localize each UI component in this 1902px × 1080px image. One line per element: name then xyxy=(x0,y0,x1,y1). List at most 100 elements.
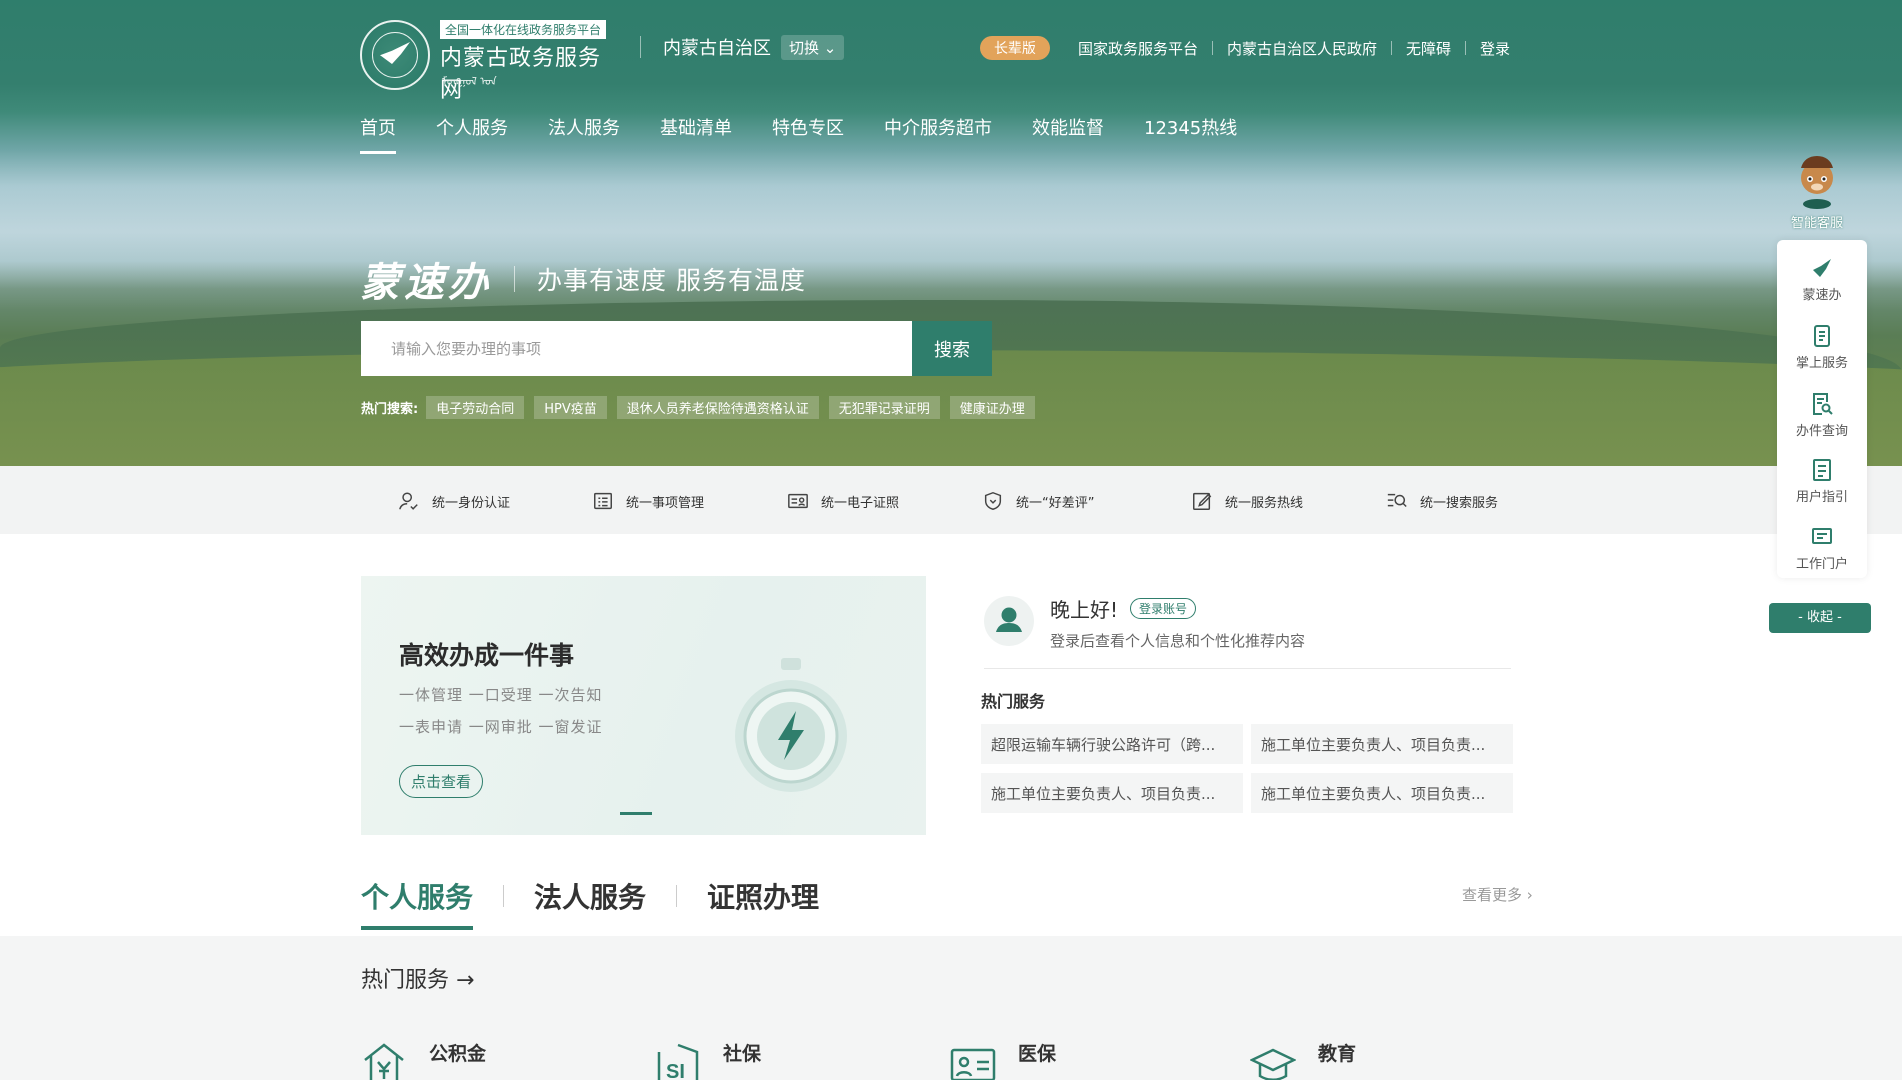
login-tip: 登录后查看个人信息和个性化推荐内容 xyxy=(1050,632,1306,650)
quick-link-label: 办件查询 xyxy=(1795,424,1848,439)
category-housing-fund[interactable]: 公积金 xyxy=(361,1042,486,1080)
unified-search[interactable]: 统一搜索服务 xyxy=(1386,490,1498,512)
unified-label: 统一搜索服务 xyxy=(1420,495,1499,511)
login-account-button[interactable]: 登录账号 xyxy=(1130,598,1197,619)
arrow-right-icon: → xyxy=(456,968,475,993)
unified-label: 统一服务热线 xyxy=(1225,495,1304,511)
slogan-text: 办事有速度 服务有温度 xyxy=(537,266,806,295)
nav-hotline[interactable]: 12345热线 xyxy=(1144,114,1237,154)
region-name: 内蒙古自治区 xyxy=(663,38,771,59)
unified-label: 统一“好差评” xyxy=(1016,495,1095,511)
slogan: 蒙速办 办事有速度 服务有温度 xyxy=(360,250,806,308)
unified-identity[interactable]: 统一身份认证 xyxy=(398,490,510,512)
hot-search: 热门搜索: 电子劳动合同 HPV疫苗 退休人员养老保险待遇资格认证 无犯罪记录证… xyxy=(361,396,1045,419)
nav-efficiency-supervision[interactable]: 效能监督 xyxy=(1032,114,1104,154)
assistant-mascot-icon[interactable] xyxy=(1795,154,1839,210)
tab-personal-services[interactable]: 个人服务 xyxy=(361,876,474,930)
promo-view-button[interactable]: 点击查看 xyxy=(399,765,484,798)
quick-link-mengsuban[interactable]: 蒙速办 xyxy=(1777,256,1867,303)
stopwatch-icon xyxy=(735,658,847,792)
section-heading[interactable]: 热门服务 → xyxy=(361,962,474,994)
hot-service-item[interactable]: 施工单位主要负责人、项目负责... xyxy=(981,773,1243,813)
tab-license-services[interactable]: 证照办理 xyxy=(707,876,819,930)
nav-home[interactable]: 首页 xyxy=(360,114,396,154)
quick-link-case-query[interactable]: 办件查询 xyxy=(1777,392,1867,439)
login-link[interactable]: 登录 xyxy=(1466,38,1524,59)
logo-mongolian-text: ᠮᠣᠩᠭᠣᠯ ᠤᠨ xyxy=(442,75,497,88)
hero-banner: 全国一体化在线政务服务平台 内蒙古政务服务网 ᠮᠣᠩᠭᠣᠯ ᠤᠨ 内蒙古自治区 … xyxy=(0,0,1902,466)
unified-label: 统一身份认证 xyxy=(432,495,511,511)
bird-logo-icon xyxy=(1813,259,1831,277)
assistant-label[interactable]: 智能客服 xyxy=(1769,212,1865,231)
promo-banner[interactable]: 高效办成一件事 一体管理 一口受理 一次告知 一表申请 一网审批 一窗发证 点击… xyxy=(361,576,926,835)
hot-search-tag[interactable]: 无犯罪记录证明 xyxy=(828,396,940,419)
unified-hotline[interactable]: 统一服务热线 xyxy=(1191,490,1303,512)
category-name: 公积金 xyxy=(429,1042,487,1065)
carousel-indicator[interactable] xyxy=(620,812,652,815)
view-more-link[interactable]: 查看更多 › xyxy=(1462,884,1533,905)
link-regional-government[interactable]: 内蒙古自治区人民政府 xyxy=(1213,38,1391,59)
main-nav: 首页 个人服务 法人服务 基础清单 特色专区 中介服务超市 效能监督 12345… xyxy=(360,114,1277,154)
link-national-platform[interactable]: 国家政务服务平台 xyxy=(1064,38,1212,59)
tab-corporate-services[interactable]: 法人服务 xyxy=(534,876,646,930)
category-medical-insurance[interactable]: 医保 xyxy=(950,1042,1056,1080)
unified-label: 统一事项管理 xyxy=(626,495,705,511)
nav-corporate-services[interactable]: 法人服务 xyxy=(548,114,620,154)
link-accessibility[interactable]: 无障碍 xyxy=(1392,38,1465,59)
view-more-label: 查看更多 xyxy=(1462,886,1523,904)
hot-search-tag[interactable]: 电子劳动合同 xyxy=(426,396,525,419)
nav-basic-list[interactable]: 基础清单 xyxy=(660,114,732,154)
category-education[interactable]: 教育 xyxy=(1250,1042,1356,1080)
nav-agency-market[interactable]: 中介服务超市 xyxy=(884,114,992,154)
collapse-sidebar-button[interactable]: - 收起 - xyxy=(1769,603,1871,633)
list-icon xyxy=(594,492,612,510)
elder-mode-button[interactable]: 长辈版 xyxy=(979,36,1050,60)
category-name: 医保 xyxy=(1018,1042,1057,1065)
region-switch-label: 切换 xyxy=(789,38,820,57)
hot-search-tag[interactable]: HPV疫苗 xyxy=(534,396,607,419)
hot-search-tag[interactable]: 健康证办理 xyxy=(949,396,1035,419)
quick-link-label: 蒙速办 xyxy=(1802,288,1842,303)
id-card-icon xyxy=(950,1048,996,1080)
svg-text:SI: SI xyxy=(666,1061,685,1080)
guide-doc-icon xyxy=(1813,459,1831,481)
service-tabs: 个人服务 法人服务 证照办理 xyxy=(361,876,819,930)
hero-clouds xyxy=(0,150,1902,310)
site-logo[interactable]: 全国一体化在线政务服务平台 内蒙古政务服务网 ᠮᠣᠩᠭᠣᠯ ᠤᠨ xyxy=(360,18,620,103)
region-selector: 内蒙古自治区 切换 ⌄ xyxy=(640,34,845,60)
section-heading-label: 热门服务 xyxy=(361,968,450,993)
quick-link-mobile-service[interactable]: 掌上服务 xyxy=(1777,324,1867,371)
region-switch-button[interactable]: 切换 ⌄ xyxy=(781,34,845,60)
nav-special-zone[interactable]: 特色专区 xyxy=(772,114,844,154)
nav-personal-services[interactable]: 个人服务 xyxy=(436,114,508,154)
unified-e-license[interactable]: 统一电子证照 xyxy=(787,490,899,512)
chevron-down-icon: ⌄ xyxy=(823,38,837,57)
avatar[interactable] xyxy=(984,596,1034,646)
promo-line-1: 一体管理 一口受理 一次告知 xyxy=(399,686,603,704)
search-button[interactable]: 搜索 xyxy=(912,321,992,376)
quick-link-user-guide[interactable]: 用户指引 xyxy=(1777,458,1867,505)
house-yuan-icon xyxy=(364,1043,404,1080)
search-input[interactable] xyxy=(361,321,912,376)
mobile-doc-icon xyxy=(1814,325,1830,347)
promo-line-2: 一表申请 一网审批 一窗发证 xyxy=(399,718,603,736)
shield-heart-icon xyxy=(984,491,1002,511)
hot-services-section: 热门服务 → 公积金 SI 社保 医保 教育 xyxy=(0,936,1902,1080)
category-social-security[interactable]: SI 社保 xyxy=(655,1042,761,1080)
quick-link-label: 掌上服务 xyxy=(1795,356,1848,371)
doc-search-icon xyxy=(1813,393,1833,415)
hot-service-item[interactable]: 施工单位主要负责人、项目负责... xyxy=(1251,773,1513,813)
unified-evaluation[interactable]: 统一“好差评” xyxy=(982,490,1094,512)
hot-search-tag[interactable]: 退休人员养老保险待遇资格认证 xyxy=(616,396,819,419)
quick-link-label: 用户指引 xyxy=(1795,490,1848,505)
brand-logo-text: 蒙速办 xyxy=(360,259,492,306)
quick-links-panel: 蒙速办 掌上服务 办件查询 用户指引 工作门户 xyxy=(1777,240,1867,578)
quick-link-work-portal[interactable]: 工作门户 xyxy=(1777,525,1867,572)
edit-icon xyxy=(1193,492,1212,510)
si-shield-icon: SI xyxy=(657,1043,699,1080)
emblem-icon xyxy=(360,20,430,90)
unified-matters[interactable]: 统一事项管理 xyxy=(592,490,704,512)
hot-service-item[interactable]: 超限运输车辆行驶公路许可（跨... xyxy=(981,724,1243,764)
hot-service-item[interactable]: 施工单位主要负责人、项目负责... xyxy=(1251,724,1513,764)
user-check-icon xyxy=(399,492,418,510)
